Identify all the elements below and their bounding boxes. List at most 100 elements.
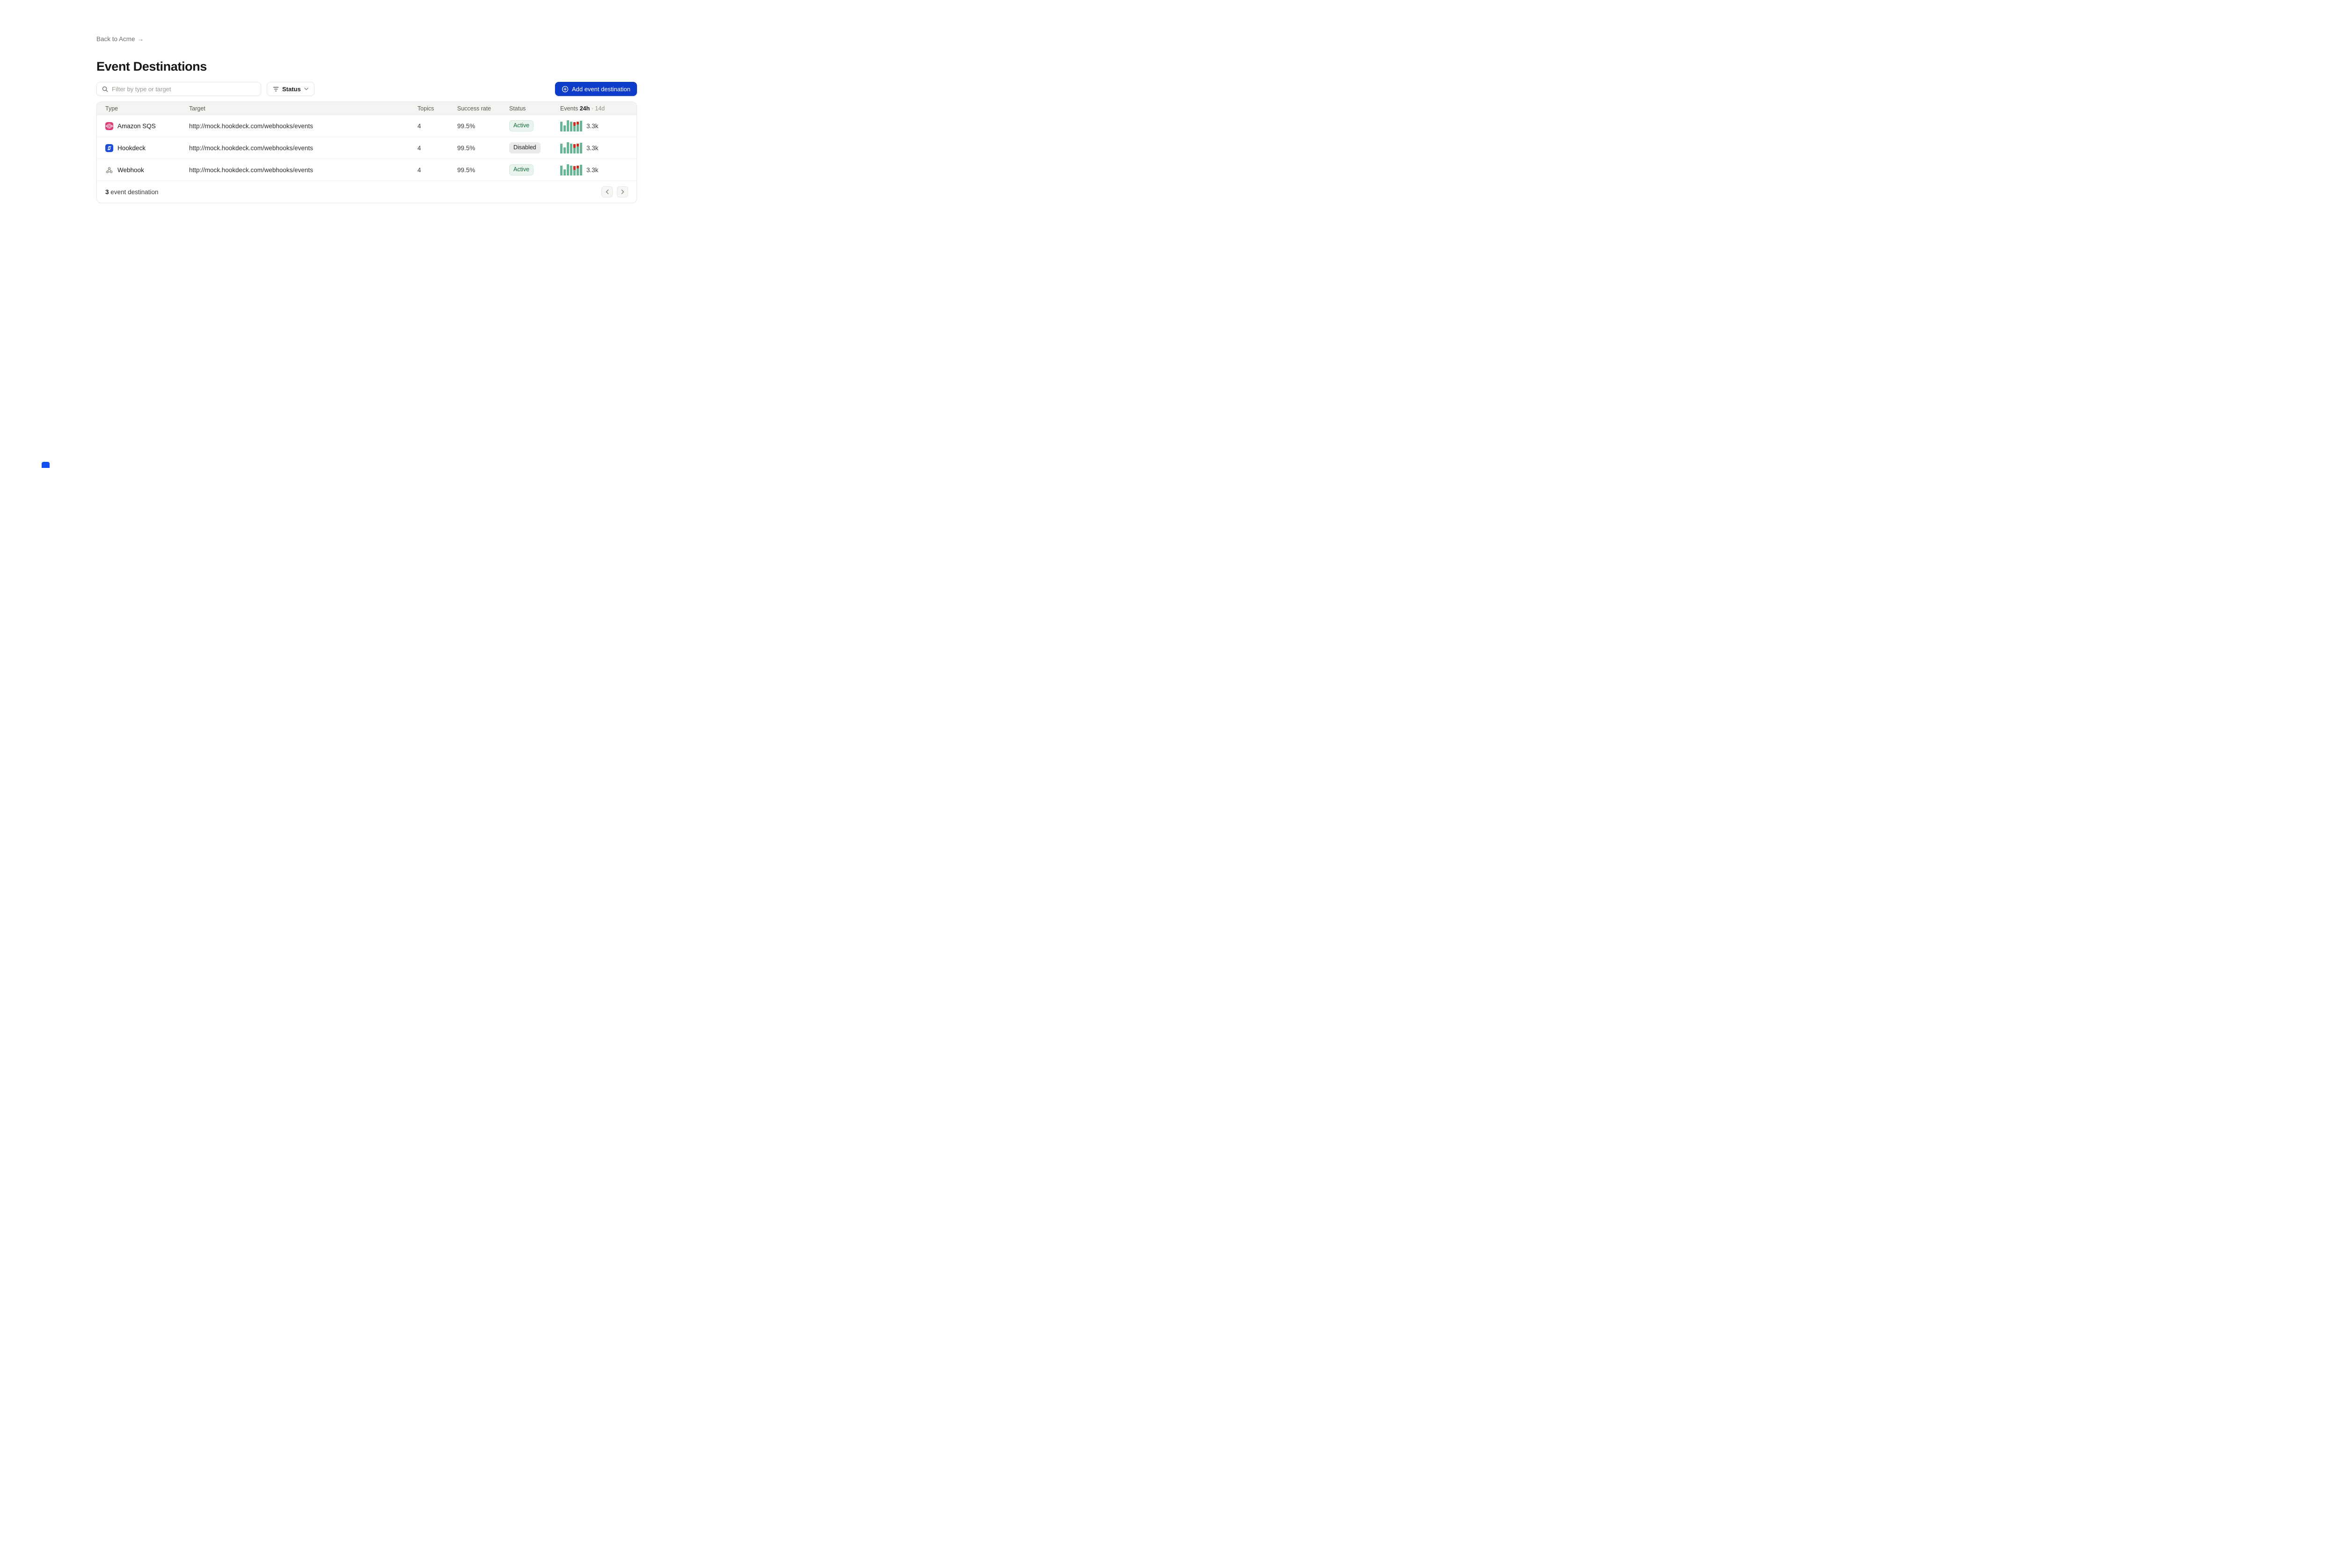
column-header-topics: Topics: [417, 105, 457, 112]
status-filter-label: Status: [282, 86, 301, 93]
spark-bar-success-segment: [563, 125, 566, 131]
spark-bar-success-segment: [563, 169, 566, 175]
spark-bar-success-segment: [567, 120, 569, 131]
spark-bar: [580, 165, 582, 175]
next-page-button[interactable]: [617, 186, 628, 197]
status-badge: Active: [509, 164, 534, 175]
spark-bar: [570, 166, 572, 175]
table-row[interactable]: Hookdeck http://mock.hookdeck.com/webhoo…: [97, 137, 636, 159]
row-count-label: event destination: [110, 189, 158, 196]
column-header-type: Type: [105, 105, 189, 112]
spark-bar-failed-segment: [573, 166, 576, 170]
spark-bar-success-segment: [563, 147, 566, 153]
spark-bar-success-segment: [580, 143, 582, 153]
topics-cell: 4: [417, 123, 457, 130]
type-cell: Amazon SQS: [105, 122, 189, 130]
events-cell: 3.3k: [560, 142, 629, 153]
events-count: 3.3k: [586, 123, 599, 130]
topics-cell: 4: [417, 145, 457, 152]
chevron-right-icon: [621, 190, 624, 194]
status-badge: Active: [509, 120, 534, 131]
table-footer: 3 event destination: [97, 181, 636, 203]
spark-bar-failed-segment: [577, 144, 579, 147]
target-cell: http://mock.hookdeck.com/webhooks/events: [189, 145, 417, 152]
table-row[interactable]: Webhook http://mock.hookdeck.com/webhook…: [97, 159, 636, 181]
status-cell: Active: [509, 120, 560, 131]
spark-bar-success-segment: [577, 168, 579, 175]
events-sparkline: [560, 164, 582, 175]
spark-bar-success-segment: [570, 166, 572, 175]
events-sparkline: [560, 120, 582, 131]
type-cell: Webhook: [105, 166, 189, 174]
spark-bar-success-segment: [577, 124, 579, 131]
add-event-destination-label: Add event destination: [572, 86, 630, 93]
webhook-icon: [105, 166, 113, 174]
chat-widget[interactable]: [42, 462, 50, 468]
events-sparkline: [560, 142, 582, 153]
destination-type-label: Amazon SQS: [117, 123, 156, 130]
spark-bar-success-segment: [573, 170, 576, 175]
toolbar: Status Add event destination: [96, 82, 637, 96]
spark-bar-success-segment: [580, 165, 582, 175]
success-rate-cell: 99.5%: [457, 167, 509, 174]
search-box[interactable]: [96, 82, 261, 96]
column-header-events[interactable]: Events 24h · 14d: [560, 105, 629, 112]
spark-bar: [580, 121, 582, 131]
spark-bar: [560, 122, 563, 131]
spark-bar: [577, 122, 579, 131]
spark-bar-success-segment: [560, 166, 563, 175]
events-24h-toggle[interactable]: 24h: [580, 105, 590, 112]
spark-bar-failed-segment: [577, 166, 579, 169]
table-row[interactable]: Amazon SQS http://mock.hookdeck.com/webh…: [97, 115, 636, 137]
status-cell: Active: [509, 164, 560, 175]
spark-bar: [570, 144, 572, 153]
type-cell: Hookdeck: [105, 144, 189, 152]
success-rate-cell: 99.5%: [457, 145, 509, 152]
back-link[interactable]: Back to Acme →: [96, 36, 144, 43]
spark-bar: [567, 164, 569, 175]
events-count: 3.3k: [586, 145, 599, 152]
status-filter-button[interactable]: Status: [267, 82, 314, 96]
spark-bar: [560, 166, 563, 175]
spark-bar: [563, 147, 566, 153]
search-input[interactable]: [112, 86, 256, 93]
spark-bar-failed-segment: [573, 122, 576, 126]
column-header-success-rate: Success rate: [457, 105, 509, 112]
events-cell: 3.3k: [560, 164, 629, 175]
spark-bar-success-segment: [570, 122, 572, 131]
spark-bar: [563, 169, 566, 175]
spark-bar: [567, 142, 569, 153]
amazon-sqs-icon: [105, 122, 113, 130]
plus-circle-icon: [562, 86, 569, 93]
events-cell: 3.3k: [560, 120, 629, 131]
spark-bar: [560, 144, 563, 153]
events-label: Events: [560, 105, 578, 112]
chevron-left-icon: [606, 190, 609, 194]
add-event-destination-button[interactable]: Add event destination: [555, 82, 637, 96]
spark-bar: [567, 120, 569, 131]
spark-bar-failed-segment: [577, 122, 579, 125]
pagination: [601, 186, 628, 197]
spark-bar: [577, 144, 579, 153]
events-14d-toggle[interactable]: 14d: [595, 105, 605, 112]
status-cell: Disabled: [509, 142, 560, 153]
spark-bar-success-segment: [577, 146, 579, 153]
events-count: 3.3k: [586, 167, 599, 174]
spark-bar: [563, 125, 566, 131]
spark-bar: [573, 144, 576, 153]
spark-bar-success-segment: [573, 148, 576, 153]
spark-bar-success-segment: [567, 164, 569, 175]
event-destinations-table: Type Target Topics Success rate Status E…: [96, 102, 637, 203]
spark-bar-success-segment: [570, 144, 572, 153]
destination-type-label: Hookdeck: [117, 145, 146, 152]
success-rate-cell: 99.5%: [457, 123, 509, 130]
row-count: 3 event destination: [105, 189, 158, 196]
target-cell: http://mock.hookdeck.com/webhooks/events: [189, 123, 417, 130]
previous-page-button[interactable]: [601, 186, 613, 197]
spark-bar: [580, 143, 582, 153]
status-badge: Disabled: [509, 142, 541, 153]
column-header-target: Target: [189, 105, 417, 112]
events-period-dot: ·: [592, 105, 593, 112]
spark-bar-success-segment: [573, 126, 576, 131]
spark-bar: [577, 166, 579, 175]
